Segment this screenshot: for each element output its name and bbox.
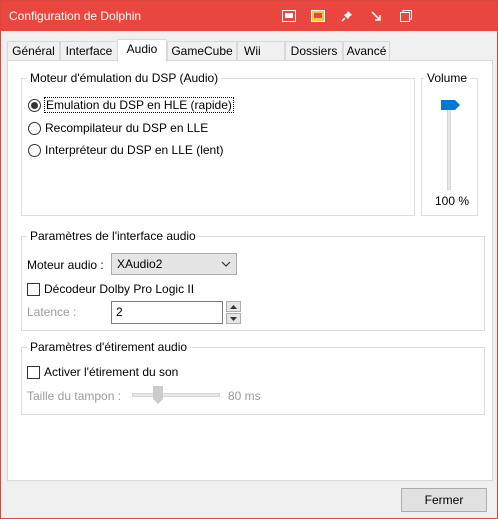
- dsp-lle-interpreter-radio[interactable]: [28, 143, 41, 157]
- monitor-icon[interactable]: [279, 6, 299, 26]
- tab-general[interactable]: Général: [7, 41, 60, 61]
- dsp-lle-recompiler-label: Recompilateur du DSP en LLE: [45, 121, 209, 135]
- pin-icon[interactable]: [337, 6, 357, 26]
- chevron-down-icon: [220, 254, 232, 274]
- tab-interface[interactable]: Interface: [60, 41, 118, 61]
- tab-strip: Général Interface Audio GameCube Wii Dos…: [7, 39, 493, 62]
- dolby-decoder-option[interactable]: Décodeur Dolby Pro Logic II: [27, 281, 194, 297]
- dolby-decoder-checkbox[interactable]: [27, 282, 40, 296]
- audio-backend-select[interactable]: XAudio2: [111, 253, 237, 275]
- latency-label: Latence :: [27, 305, 77, 319]
- tab-dossiers[interactable]: Dossiers: [285, 41, 343, 61]
- latency-value: 2: [116, 305, 123, 319]
- dsp-lle-interpreter-label: Interpréteur du DSP en LLE (lent): [45, 143, 224, 157]
- tab-audio[interactable]: Audio: [117, 39, 167, 62]
- window-title: Configuration de Dolphin: [9, 9, 142, 23]
- dsp-engine-group: Moteur d'émulation du DSP (Audio) Emulat…: [21, 71, 415, 216]
- volume-title: Volume: [424, 71, 471, 85]
- audio-interface-title: Paramètres de l'interface audio: [27, 229, 199, 243]
- dolphin-config-window: Configuration de Dolphin Général Interfa…: [0, 0, 498, 519]
- audio-stretch-title: Paramètres d'étirement audio: [27, 340, 191, 354]
- buffer-size-slider-track[interactable]: [132, 393, 220, 397]
- dsp-hle-radio[interactable]: [28, 98, 41, 112]
- volume-slider-track[interactable]: [447, 104, 451, 190]
- stretch-enable-option[interactable]: Activer l'étirement du son: [27, 364, 178, 380]
- dolby-decoder-label: Décodeur Dolby Pro Logic II: [44, 282, 195, 296]
- volume-slider-thumb[interactable]: [441, 99, 460, 113]
- latency-stepper[interactable]: [226, 301, 241, 324]
- dsp-lle-recompiler-option[interactable]: Recompilateur du DSP en LLE: [28, 120, 208, 136]
- tab-wii[interactable]: Wii: [237, 41, 285, 61]
- latency-down-button[interactable]: [226, 313, 241, 324]
- dsp-hle-label: Emulation du DSP en HLE (rapide): [44, 97, 234, 113]
- title-bar[interactable]: Configuration de Dolphin: [1, 1, 497, 31]
- buffer-size-slider-thumb[interactable]: [153, 386, 163, 407]
- audio-interface-group: Paramètres de l'interface audio Moteur a…: [21, 229, 485, 331]
- latency-input[interactable]: 2: [111, 301, 223, 324]
- tab-gamecube[interactable]: GameCube: [167, 41, 237, 61]
- close-button[interactable]: Fermer: [401, 488, 487, 512]
- window-icon[interactable]: [308, 6, 328, 26]
- dsp-engine-title: Moteur d'émulation du DSP (Audio): [27, 71, 222, 85]
- buffer-size-value: 80 ms: [228, 389, 261, 403]
- close-button-label: Fermer: [424, 493, 464, 507]
- stretch-enable-label: Activer l'étirement du son: [44, 365, 179, 379]
- buffer-size-label: Taille du tampon :: [27, 389, 122, 403]
- volume-value: 100 %: [435, 194, 470, 208]
- audio-backend-label: Moteur audio :: [27, 258, 104, 272]
- dsp-lle-interpreter-option[interactable]: Interpréteur du DSP en LLE (lent): [28, 142, 224, 158]
- dsp-hle-option[interactable]: Emulation du DSP en HLE (rapide): [28, 97, 234, 113]
- audio-tab-panel: Moteur d'émulation du DSP (Audio) Emulat…: [7, 60, 493, 481]
- volume-group: Volume 100 %: [421, 71, 478, 216]
- audio-stretch-group: Paramètres d'étirement audio Activer l'é…: [21, 340, 485, 415]
- resize-icon[interactable]: [366, 6, 386, 26]
- dsp-lle-recompiler-radio[interactable]: [28, 121, 41, 135]
- audio-backend-value: XAudio2: [117, 257, 163, 271]
- latency-up-button[interactable]: [226, 301, 241, 312]
- tab-avance[interactable]: Avancé: [343, 41, 390, 61]
- restore-icon[interactable]: [396, 6, 416, 26]
- stretch-enable-checkbox[interactable]: [27, 365, 40, 379]
